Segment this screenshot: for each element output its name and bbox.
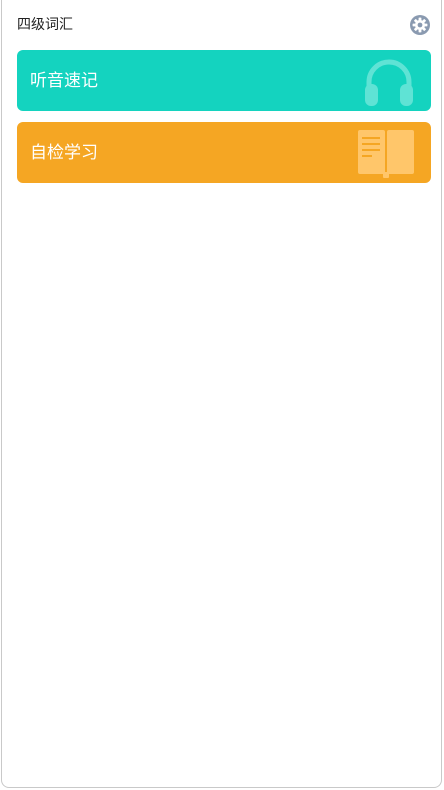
listen-memorize-card[interactable]: 听音速记 — [17, 50, 431, 111]
self-check-study-label: 自检学习 — [30, 143, 98, 163]
gear-icon[interactable] — [409, 14, 431, 36]
headphones-icon — [363, 56, 415, 111]
listen-memorize-label: 听音速记 — [30, 71, 98, 91]
app-window: 四级词汇 听音速记 自检学习 — [1, 0, 442, 788]
header: 四级词汇 — [17, 12, 431, 38]
page-title: 四级词汇 — [17, 17, 73, 33]
book-icon — [357, 128, 415, 183]
self-check-study-card[interactable]: 自检学习 — [17, 122, 431, 183]
